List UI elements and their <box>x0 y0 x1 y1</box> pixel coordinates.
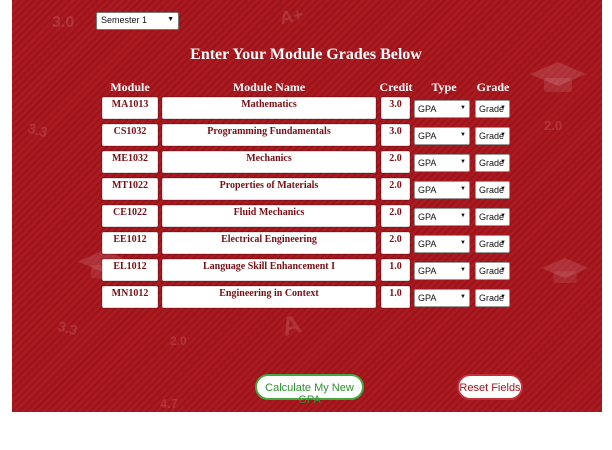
module-name-field[interactable]: Mechanics <box>162 151 376 173</box>
credit-field[interactable]: 3.0 <box>381 97 410 119</box>
type-select[interactable]: GPA ▼ <box>414 181 470 199</box>
module-row: EE1012 Electrical Engineering 2.0 GPA ▼ Grade… <box>0 232 612 254</box>
chevron-down-icon: ▼ <box>460 213 466 219</box>
bg-mark: 3.3 <box>56 317 80 339</box>
type-select[interactable]: GPA ▼ <box>414 127 470 145</box>
module-code-field[interactable]: MT1022 <box>102 178 158 200</box>
module-row: MT1022 Properties of Materials 2.0 GPA ▼ Grad… <box>0 178 612 200</box>
type-select-value: GPA <box>418 266 437 276</box>
type-select-value: GPA <box>418 185 437 195</box>
reset-fields-button[interactable]: Reset Fields <box>457 374 523 400</box>
module-name-field[interactable]: Mathematics <box>162 97 376 119</box>
module-code-field[interactable]: EE1012 <box>102 232 158 254</box>
module-code-field[interactable]: MN1012 <box>102 286 158 308</box>
chevron-down-icon: ▼ <box>500 159 506 165</box>
semester-select[interactable]: Semester 1 ▼ <box>96 12 179 30</box>
column-header-credit: Credit <box>379 80 413 94</box>
page-title: Enter Your Module Grades Below <box>190 46 422 63</box>
module-name-field[interactable]: Language Skill Enhancement I <box>162 259 376 281</box>
grade-select[interactable]: Grade ▼ <box>475 289 510 307</box>
credit-field[interactable]: 2.0 <box>381 151 410 173</box>
chevron-down-icon: ▼ <box>460 240 466 246</box>
module-code-field[interactable]: EL1012 <box>102 259 158 281</box>
type-select[interactable]: GPA ▼ <box>414 262 470 280</box>
type-select-value: GPA <box>418 239 437 249</box>
bg-mark: 3.0 <box>52 14 75 31</box>
type-select[interactable]: GPA ▼ <box>414 235 470 253</box>
type-select[interactable]: GPA ▼ <box>414 100 470 118</box>
module-row: MA1013 Mathematics 3.0 GPA ▼ Grade ▼ <box>0 97 612 119</box>
column-header-grade: Grade <box>476 80 510 94</box>
type-select[interactable]: GPA ▼ <box>414 208 470 226</box>
chevron-down-icon: ▼ <box>460 132 466 138</box>
semester-select-value: Semester 1 <box>101 15 148 25</box>
bg-mark: A <box>278 308 305 342</box>
module-name-field[interactable]: Electrical Engineering <box>162 232 376 254</box>
credit-field[interactable]: 1.0 <box>381 286 410 308</box>
type-select-value: GPA <box>418 131 437 141</box>
bg-mark: A+ <box>278 4 305 28</box>
module-name-field[interactable]: Engineering in Context <box>162 286 376 308</box>
chevron-down-icon: ▼ <box>500 213 506 219</box>
type-select[interactable]: GPA ▼ <box>414 289 470 307</box>
grade-select[interactable]: Grade ▼ <box>475 262 510 280</box>
module-name-field[interactable]: Properties of Materials <box>162 178 376 200</box>
module-name-field[interactable]: Fluid Mechanics <box>162 205 376 227</box>
credit-field[interactable]: 2.0 <box>381 232 410 254</box>
type-select-value: GPA <box>418 293 437 303</box>
type-select-value: GPA <box>418 212 437 222</box>
grade-select[interactable]: Grade ▼ <box>475 208 510 226</box>
grade-select[interactable]: Grade ▼ <box>475 235 510 253</box>
chevron-down-icon: ▼ <box>460 294 466 300</box>
bg-mark: 4.7 <box>160 396 179 411</box>
grade-select[interactable]: Grade ▼ <box>475 127 510 145</box>
chevron-down-icon: ▼ <box>500 240 506 246</box>
module-code-field[interactable]: MA1013 <box>102 97 158 119</box>
type-select-value: GPA <box>418 158 437 168</box>
chevron-down-icon: ▼ <box>460 186 466 192</box>
chevron-down-icon: ▼ <box>167 16 174 23</box>
chevron-down-icon: ▼ <box>500 105 506 111</box>
chevron-down-icon: ▼ <box>500 132 506 138</box>
module-row: MN1012 Engineering in Context 1.0 GPA ▼ Grade… <box>0 286 612 308</box>
module-row: CS1032 Programming Fundamentals 3.0 GPA ▼ Gra… <box>0 124 612 146</box>
type-select[interactable]: GPA ▼ <box>414 154 470 172</box>
module-row: EL1012 Language Skill Enhancement I 1.0 GPA… <box>0 259 612 281</box>
module-row: ME1032 Mechanics 2.0 GPA ▼ Grade ▼ <box>0 151 612 173</box>
credit-field[interactable]: 2.0 <box>381 205 410 227</box>
chevron-down-icon: ▼ <box>460 267 466 273</box>
chevron-down-icon: ▼ <box>500 267 506 273</box>
grade-select[interactable]: Grade ▼ <box>475 181 510 199</box>
credit-field[interactable]: 2.0 <box>381 178 410 200</box>
column-header-name: Module Name <box>232 80 306 94</box>
graduation-cap-icon <box>530 62 586 92</box>
column-header-type: Type <box>431 80 457 94</box>
module-name-field[interactable]: Programming Fundamentals <box>162 124 376 146</box>
module-code-field[interactable]: CS1032 <box>102 124 158 146</box>
credit-field[interactable]: 3.0 <box>381 124 410 146</box>
bg-mark: 2.0 <box>170 334 187 348</box>
chevron-down-icon: ▼ <box>460 105 466 111</box>
type-select-value: GPA <box>418 104 437 114</box>
chevron-down-icon: ▼ <box>500 294 506 300</box>
grade-select[interactable]: Grade ▼ <box>475 100 510 118</box>
module-code-field[interactable]: CE1022 <box>102 205 158 227</box>
module-row: CE1022 Fluid Mechanics 2.0 GPA ▼ Grade ▼ <box>0 205 612 227</box>
credit-field[interactable]: 1.0 <box>381 259 410 281</box>
chevron-down-icon: ▼ <box>500 186 506 192</box>
grade-select[interactable]: Grade ▼ <box>475 154 510 172</box>
module-code-field[interactable]: ME1032 <box>102 151 158 173</box>
calculate-gpa-button[interactable]: Calculate My New GPA <box>255 374 364 406</box>
chevron-down-icon: ▼ <box>460 159 466 165</box>
